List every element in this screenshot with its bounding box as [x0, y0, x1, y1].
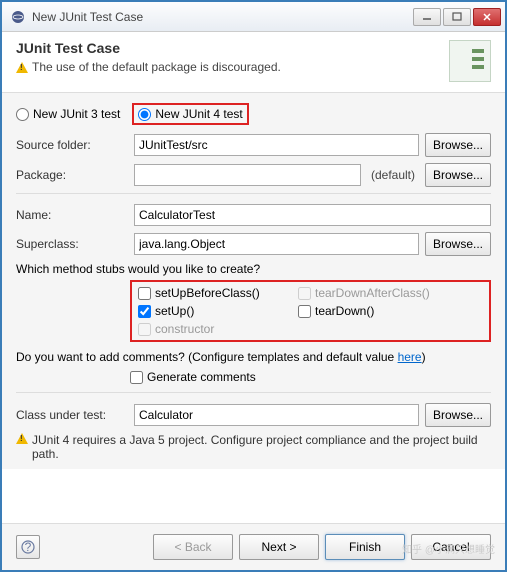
- warning-icon: [16, 62, 28, 73]
- teardown-after-class-checkbox[interactable]: tearDownAfterClass(): [298, 286, 458, 300]
- warning-icon: [16, 433, 28, 444]
- superclass-browse-button[interactable]: Browse...: [425, 232, 491, 256]
- class-under-test-label: Class under test:: [16, 408, 128, 422]
- generate-comments-checkbox[interactable]: Generate comments: [130, 370, 491, 384]
- help-button[interactable]: ?: [16, 535, 40, 559]
- superclass-label: Superclass:: [16, 237, 128, 251]
- banner-warning: The use of the default package is discou…: [32, 60, 281, 74]
- comments-here-link[interactable]: here: [398, 350, 422, 364]
- minimize-button[interactable]: [413, 8, 441, 26]
- eclipse-icon: [10, 9, 26, 25]
- source-folder-input[interactable]: [134, 134, 419, 156]
- next-button[interactable]: Next >: [239, 534, 319, 560]
- configure-link[interactable]: Configure: [211, 433, 263, 447]
- package-default-label: (default): [371, 168, 415, 182]
- name-label: Name:: [16, 208, 128, 222]
- back-button[interactable]: < Back: [153, 534, 233, 560]
- teardown-checkbox[interactable]: tearDown(): [298, 304, 458, 318]
- constructor-checkbox[interactable]: constructor: [138, 322, 298, 336]
- class-under-test-browse-button[interactable]: Browse...: [425, 403, 491, 427]
- name-input[interactable]: [134, 204, 491, 226]
- source-folder-label: Source folder:: [16, 138, 128, 152]
- cancel-button[interactable]: Cancel: [411, 534, 491, 560]
- package-label: Package:: [16, 168, 128, 182]
- setup-before-class-checkbox[interactable]: setUpBeforeClass(): [138, 286, 298, 300]
- setup-checkbox[interactable]: setUp(): [138, 304, 298, 318]
- junit4-radio[interactable]: New JUnit 4 test: [132, 103, 248, 125]
- source-folder-browse-button[interactable]: Browse...: [425, 133, 491, 157]
- class-under-test-input[interactable]: [134, 404, 419, 426]
- junit3-radio[interactable]: New JUnit 3 test: [16, 107, 120, 121]
- window-title: New JUnit Test Case: [32, 10, 413, 24]
- close-button[interactable]: [473, 8, 501, 26]
- comments-question: Do you want to add comments? (Configure …: [16, 350, 491, 364]
- package-input[interactable]: [134, 164, 361, 186]
- svg-text:?: ?: [25, 540, 32, 554]
- finish-button[interactable]: Finish: [325, 534, 405, 560]
- java5-warning: JUnit 4 requires a Java 5 project. Confi…: [32, 433, 487, 461]
- superclass-input[interactable]: [134, 233, 419, 255]
- stubs-question: Which method stubs would you like to cre…: [16, 262, 491, 276]
- maximize-button[interactable]: [443, 8, 471, 26]
- package-browse-button[interactable]: Browse...: [425, 163, 491, 187]
- banner-heading: JUnit Test Case: [16, 40, 439, 56]
- junit-wizard-icon: [449, 40, 491, 82]
